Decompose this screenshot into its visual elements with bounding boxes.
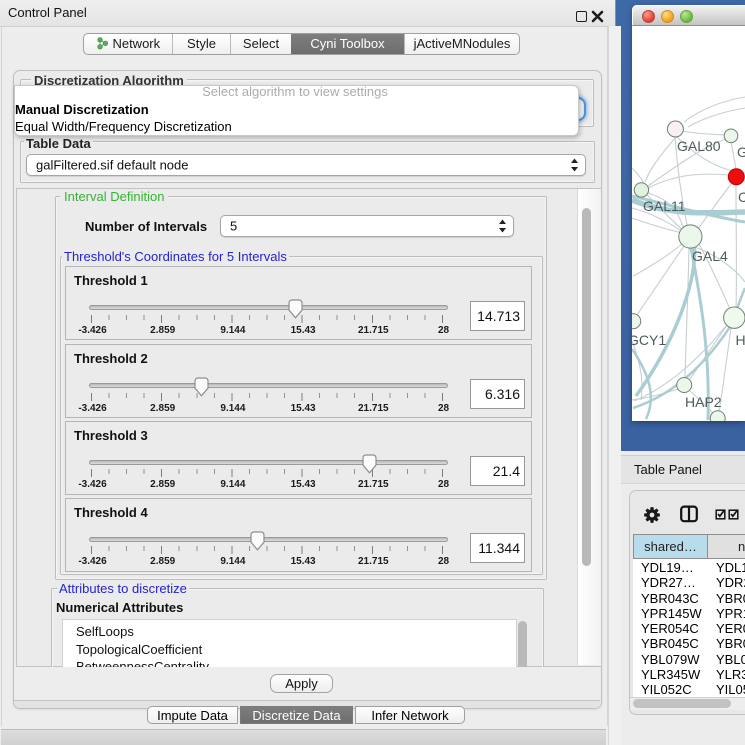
svg-text:GAL11: GAL11 — [643, 198, 686, 214]
svg-text:GAL80: GAL80 — [677, 138, 721, 154]
svg-text:GCY1: GCY1 — [632, 332, 666, 348]
svg-text:C: C — [738, 189, 745, 205]
svg-text:HI: HI — [736, 332, 745, 348]
svg-text:GAL4: GAL4 — [692, 248, 728, 264]
svg-text:HAP2: HAP2 — [685, 394, 722, 410]
svg-text:GA: GA — [737, 144, 745, 160]
